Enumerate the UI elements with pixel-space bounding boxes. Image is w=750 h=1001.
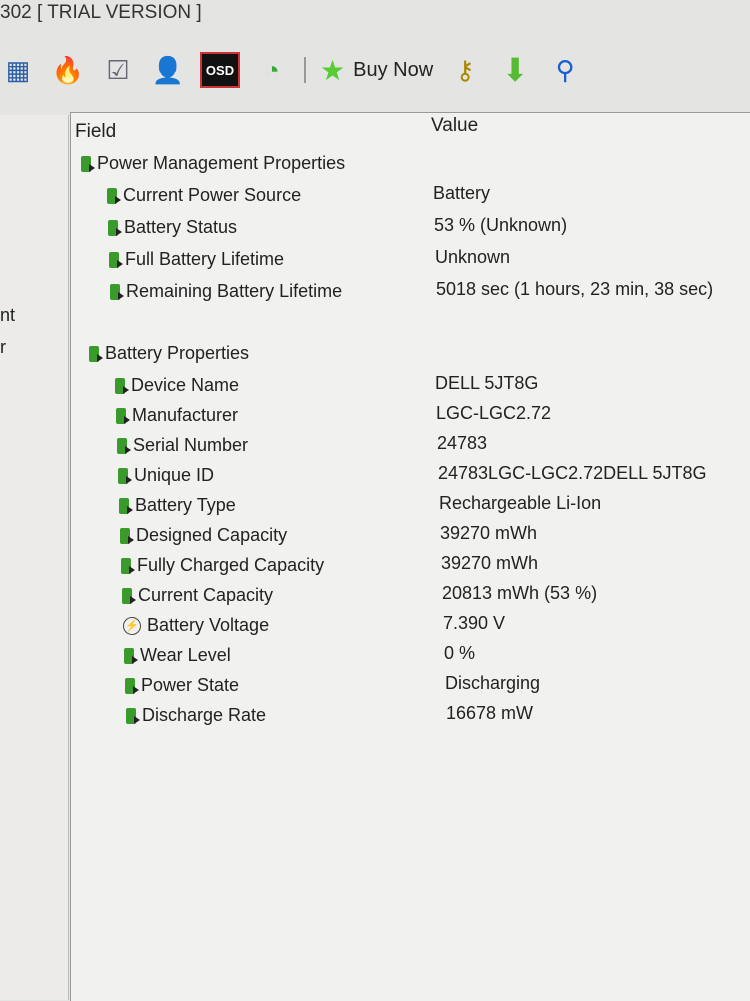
key-icon[interactable]: ⚷	[447, 52, 483, 88]
field-label: Designed Capacity	[136, 525, 288, 545]
window-title: 302 [ TRIAL VERSION ]	[0, 2, 202, 23]
battery-icon	[110, 283, 124, 300]
field-value: 7.390 V	[443, 613, 506, 633]
field-row[interactable]: Wear Level	[124, 645, 231, 666]
search-icon[interactable]: ⚲	[547, 52, 583, 88]
field-label: Battery Type	[135, 495, 236, 515]
field-label: Battery Status	[124, 217, 238, 237]
group-header[interactable]: Battery Properties	[89, 343, 249, 364]
field-row[interactable]: ⚡ Battery Voltage	[123, 615, 269, 636]
group-label: Power Management Properties	[97, 153, 346, 173]
battery-icon	[109, 251, 123, 268]
battery-icon	[120, 527, 134, 544]
field-row[interactable]: Unique ID	[118, 465, 214, 486]
battery-icon	[119, 497, 133, 514]
field-row[interactable]: Device Name	[115, 375, 239, 396]
field-value: Rechargeable Li-Ion	[439, 493, 602, 513]
buy-now-label: Buy Now	[353, 58, 434, 81]
battery-icon	[126, 707, 140, 724]
field-value: Discharging	[445, 673, 541, 693]
field-label: Unique ID	[134, 465, 215, 485]
field-row[interactable]: Manufacturer	[116, 405, 238, 426]
battery-icon	[121, 557, 135, 574]
field-label: Device Name	[131, 375, 240, 395]
details-list[interactable]: Field Value Power Management Properties C…	[70, 112, 750, 1001]
field-row[interactable]: Full Battery Lifetime	[109, 249, 284, 270]
osd-icon[interactable]: OSD	[200, 52, 240, 88]
buy-star-icon: ★	[320, 54, 346, 86]
sidebar-tree[interactable]: nt r	[0, 115, 69, 1000]
field-label: Discharge Rate	[142, 705, 267, 725]
download-icon[interactable]: ⬇	[497, 52, 533, 88]
field-value: Battery	[433, 183, 491, 203]
field-row[interactable]: Designed Capacity	[120, 525, 287, 546]
report-icon[interactable]: ☑	[100, 52, 136, 88]
battery-icon	[115, 377, 129, 394]
field-label: Serial Number	[133, 435, 249, 455]
field-row[interactable]: Discharge Rate	[126, 705, 266, 726]
battery-icon	[116, 407, 130, 424]
field-row[interactable]: Serial Number	[117, 435, 248, 456]
field-label: Wear Level	[140, 645, 231, 665]
sidebar-item[interactable]: nt	[0, 305, 15, 326]
field-row[interactable]: Power State	[125, 675, 239, 696]
field-value: 5018 sec (1 hours, 23 min, 38 sec)	[436, 279, 714, 299]
toolbar: ▦ 🔥 ☑ 👤 OSD ◔ ★ Buy Now ⚷ ⬇ ⚲	[0, 40, 750, 100]
battery-icon	[117, 437, 131, 454]
field-label: Battery Voltage	[147, 615, 270, 635]
field-row[interactable]: Remaining Battery Lifetime	[110, 281, 342, 302]
field-value: LGC-LGC2.72	[436, 403, 552, 423]
buy-now-button[interactable]: ★ Buy Now	[320, 54, 433, 87]
battery-icon	[124, 647, 138, 664]
group-label: Battery Properties	[105, 343, 250, 363]
voltage-icon: ⚡	[123, 616, 141, 635]
field-value: 39270 mWh	[440, 523, 538, 543]
field-label: Fully Charged Capacity	[137, 555, 325, 575]
field-value: Unknown	[435, 247, 511, 267]
battery-icon	[81, 155, 95, 172]
group-header[interactable]: Power Management Properties	[81, 153, 345, 174]
field-value: 0 %	[444, 643, 476, 663]
column-header-field[interactable]: Field	[75, 121, 116, 143]
field-value: 39270 mWh	[441, 553, 539, 573]
battery-icon	[89, 345, 103, 362]
battery-icon	[118, 467, 132, 484]
field-label: Power State	[141, 675, 240, 695]
field-value: 20813 mWh (53 %)	[442, 583, 598, 603]
field-label: Current Capacity	[138, 585, 274, 605]
flame-icon[interactable]: 🔥	[50, 52, 86, 88]
toolbar-separator	[304, 57, 306, 83]
user-icon[interactable]: 👤	[150, 52, 186, 88]
field-row[interactable]: Current Capacity	[122, 585, 273, 606]
field-value: 24783LGC-LGC2.72DELL 5JT8G	[438, 463, 707, 483]
field-value: 24783	[437, 433, 488, 453]
field-label: Full Battery Lifetime	[125, 249, 285, 269]
field-label: Current Power Source	[123, 185, 302, 205]
field-row[interactable]: Current Power Source	[107, 185, 301, 206]
battery-icon	[125, 677, 139, 694]
field-value: 53 % (Unknown)	[434, 215, 568, 235]
battery-icon	[108, 219, 122, 236]
field-label: Manufacturer	[132, 405, 239, 425]
sidebar-item[interactable]: r	[0, 337, 6, 358]
field-row[interactable]: Battery Status	[108, 217, 237, 238]
column-header-value[interactable]: Value	[431, 115, 478, 137]
gauge-icon[interactable]: ◔	[254, 52, 290, 88]
motherboard-icon[interactable]: ▦	[0, 52, 36, 88]
field-value: 16678 mW	[446, 703, 534, 723]
field-label: Remaining Battery Lifetime	[126, 281, 343, 301]
battery-icon	[122, 587, 136, 604]
field-row[interactable]: Battery Type	[119, 495, 236, 516]
field-value: DELL 5JT8G	[435, 373, 539, 393]
field-row[interactable]: Fully Charged Capacity	[121, 555, 324, 576]
battery-icon	[107, 187, 121, 204]
